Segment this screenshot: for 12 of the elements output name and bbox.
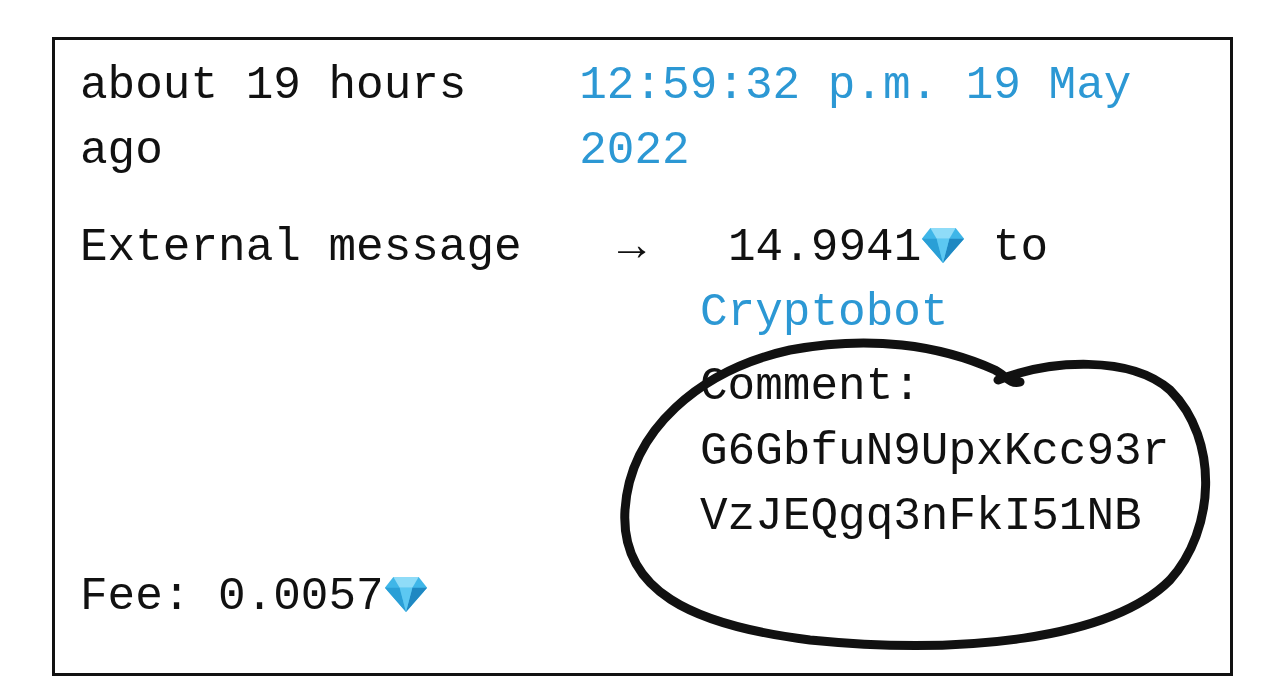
time-ago: about 19 hours ago: [80, 59, 468, 179]
comment-text: G6GbfuN9UpxKcc93rVzJEQgq3nFkI51NB: [700, 425, 1171, 545]
recipient-link[interactable]: Cryptobot: [700, 281, 949, 346]
fee-amount: 0.0057: [218, 571, 384, 623]
source-label: External message: [80, 221, 523, 276]
gem-icon: [383, 575, 428, 613]
gem-icon: [921, 226, 966, 264]
direction-word: to: [991, 222, 1049, 274]
timestamp-link[interactable]: 12:59:32 p.m. 19 May 2022: [579, 54, 1159, 184]
fee-label: Fee:: [80, 571, 191, 623]
arrow-icon: →: [618, 216, 700, 550]
amount: 14.9941: [728, 222, 922, 274]
